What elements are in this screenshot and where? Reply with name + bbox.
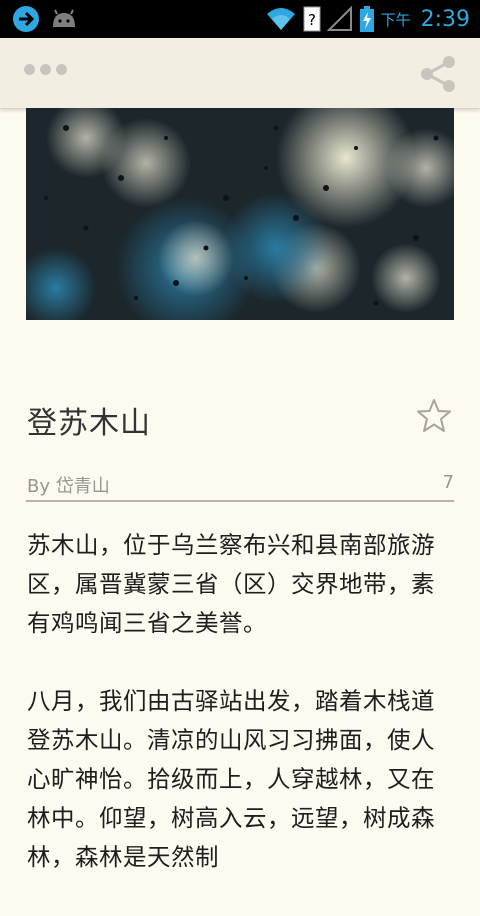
clock-ampm: 下午 <box>380 10 411 29</box>
action-bar <box>0 38 480 109</box>
article-meta: By 岱青山 7 <box>26 470 454 502</box>
arrow-right-circle-icon <box>13 6 39 32</box>
battery-charging-icon <box>359 6 374 32</box>
article-count: 7 <box>442 472 454 493</box>
sim-unknown-icon: ? <box>303 6 321 32</box>
android-icon <box>53 9 75 27</box>
star-icon[interactable] <box>415 397 453 435</box>
more-dots-icon[interactable] <box>24 64 67 75</box>
article-author[interactable]: By 岱青山 <box>27 472 110 498</box>
svg-text:?: ? <box>308 11 316 29</box>
signal-icon <box>326 6 352 31</box>
article-paragraph: 苏木山，位于乌兰察布兴和县南部旅游区，属晋冀蒙三省（区）交界地带，素有鸡鸣闻三省… <box>27 531 435 637</box>
status-bar: ? 下午 2:39 <box>0 0 480 38</box>
clock-time: 2:39 <box>420 6 470 32</box>
article-cover-image <box>26 108 454 320</box>
wifi-icon <box>266 8 295 30</box>
article-body: 苏木山，位于乌兰察布兴和县南部旅游区，属晋冀蒙三省（区）交界地带，素有鸡鸣闻三省… <box>27 526 447 916</box>
article-paragraph: 八月，我们由古驿站出发，踏着木栈道登苏木山。清凉的山风习习拂面，使人心旷神怡。拾… <box>27 687 435 871</box>
article-title: 登苏木山 <box>27 406 151 441</box>
share-icon[interactable] <box>418 54 458 94</box>
